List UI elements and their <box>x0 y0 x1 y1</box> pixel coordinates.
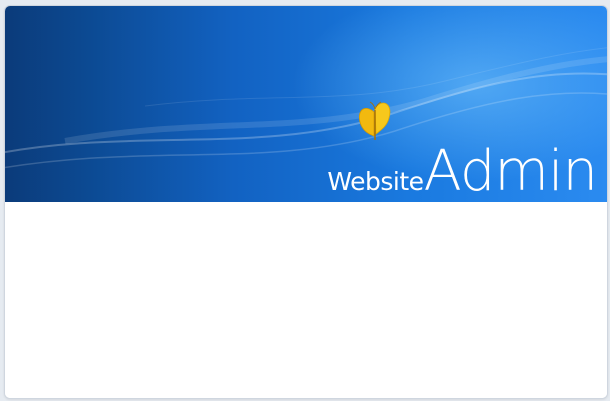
site-logo: WebsiteAdmin <box>327 144 598 200</box>
main-content-area <box>5 202 607 398</box>
header-banner: WebsiteAdmin <box>5 6 607 202</box>
logo-word-admin: Admin <box>423 139 598 202</box>
admin-window: WebsiteAdmin <box>4 5 608 399</box>
logo-word-website: Website <box>327 167 424 196</box>
